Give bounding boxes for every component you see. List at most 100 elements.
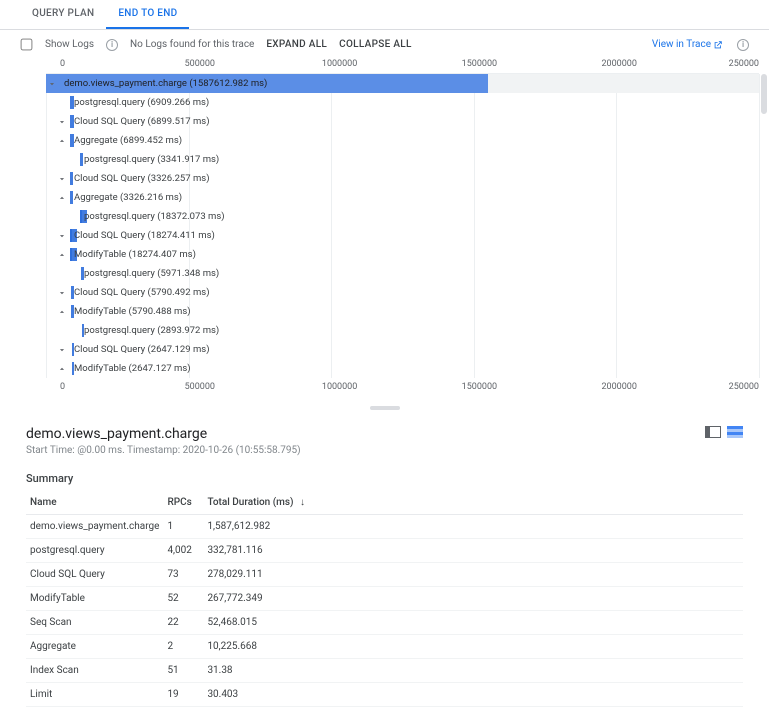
toolbar: Show Logs i No Logs found for this trace…	[0, 30, 769, 59]
external-link-icon	[713, 40, 723, 50]
span-row[interactable]: postgresql.query (6909.266 ms)	[46, 93, 759, 112]
table-row[interactable]: Limit 19 30.403	[26, 683, 743, 707]
span-row[interactable]: postgresql.query (2893.972 ms)	[46, 321, 759, 340]
span-label: Aggregate (6899.452 ms)	[70, 135, 182, 146]
tab-bar: QUERY PLAN END TO END	[0, 0, 769, 30]
cell-total: 30.403	[203, 683, 743, 707]
col-name[interactable]: Name	[26, 491, 163, 515]
span-label: postgresql.query (5971.348 ms)	[80, 268, 219, 279]
span-row[interactable]: ModifyTable (18274.407 ms)	[46, 245, 759, 264]
span-row[interactable]: Aggregate (3326.216 ms)	[46, 188, 759, 207]
span-row[interactable]: postgresql.query (5971.348 ms)	[46, 264, 759, 283]
cell-name: Cloud SQL Query	[26, 563, 163, 587]
show-logs-checkbox[interactable]	[21, 39, 33, 51]
span-label: Aggregate (3326.216 ms)	[70, 192, 182, 203]
span-row[interactable]: Cloud SQL Query (18274.411 ms)	[46, 226, 759, 245]
span-label: postgresql.query (2893.972 ms)	[80, 325, 219, 336]
show-logs-label: Show Logs	[45, 39, 94, 50]
table-view-icon[interactable]	[705, 426, 721, 438]
span-row[interactable]: Cloud SQL Query (3326.257 ms)	[46, 169, 759, 188]
span-row[interactable]: demo.views_payment.charge (1587612.982 m…	[46, 74, 759, 93]
cell-rpcs: 19	[163, 683, 203, 707]
ruler-tick: 500000	[185, 59, 215, 69]
ruler-tick: 1000000	[322, 382, 357, 392]
ruler-tick: 1500000	[462, 59, 497, 69]
cell-rpcs: 51	[163, 659, 203, 683]
ruler-tick: 1000000	[322, 59, 357, 69]
span-label: Cloud SQL Query (2647.129 ms)	[70, 344, 210, 355]
tab-end-to-end[interactable]: END TO END	[106, 0, 189, 29]
resize-handle[interactable]	[370, 406, 400, 410]
cell-name: Aggregate	[26, 635, 163, 659]
ruler-tick: 250000	[729, 59, 759, 69]
chevron-down-icon[interactable]	[56, 344, 68, 356]
cell-name: ModifyTable	[26, 587, 163, 611]
span-row[interactable]: postgresql.query (3341.917 ms)	[46, 150, 759, 169]
span-label: ModifyTable (2647.127 ms)	[70, 363, 191, 374]
collapse-all-button[interactable]: COLLAPSE ALL	[339, 39, 412, 50]
chevron-up-icon[interactable]	[56, 192, 68, 204]
details-subtitle: Start Time: @0.00 ms. Timestamp: 2020-10…	[26, 445, 301, 456]
cell-rpcs: 1	[163, 515, 203, 539]
cell-rpcs: 2	[163, 635, 203, 659]
table-row[interactable]: demo.views_payment.charge 1 1,587,612.98…	[26, 515, 743, 539]
chevron-down-icon[interactable]	[56, 173, 68, 185]
table-row[interactable]: ModifyTable 52 267,772.349	[26, 587, 743, 611]
view-in-trace-label: View in Trace	[652, 39, 711, 50]
ruler-tick: 2000000	[601, 59, 636, 69]
chevron-up-icon[interactable]	[56, 135, 68, 147]
flame-view-icon[interactable]	[727, 426, 743, 438]
ruler-tick: 500000	[185, 382, 215, 392]
span-row[interactable]: Cloud SQL Query (2647.129 ms)	[46, 340, 759, 359]
cell-rpcs: 4,002	[163, 539, 203, 563]
cell-total: 31.38	[203, 659, 743, 683]
span-label: ModifyTable (5790.488 ms)	[70, 306, 191, 317]
span-chart: demo.views_payment.charge (1587612.982 m…	[46, 73, 759, 378]
cell-rpcs: 52	[163, 587, 203, 611]
cell-total: 267,772.349	[203, 587, 743, 611]
table-row[interactable]: Cloud SQL Query 73 278,029.111	[26, 563, 743, 587]
cell-rpcs: 73	[163, 563, 203, 587]
scrollbar[interactable]	[761, 74, 767, 114]
span-label: postgresql.query (3341.917 ms)	[80, 154, 219, 165]
time-ruler-top: 0 500000 1000000 1500000 2000000 250000	[60, 59, 759, 73]
tab-query-plan[interactable]: QUERY PLAN	[20, 0, 106, 29]
col-total[interactable]: Total Duration (ms) ↓	[203, 491, 743, 515]
ruler-tick: 2000000	[601, 382, 636, 392]
span-row[interactable]: ModifyTable (5790.488 ms)	[46, 302, 759, 321]
time-ruler-bottom: 0 500000 1000000 1500000 2000000 250000	[60, 382, 759, 396]
view-in-trace-link[interactable]: View in Trace	[652, 39, 723, 50]
col-rpcs[interactable]: RPCs	[163, 491, 203, 515]
chevron-down-icon[interactable]	[56, 287, 68, 299]
cell-total: 332,781.116	[203, 539, 743, 563]
no-logs-text: No Logs found for this trace	[130, 39, 254, 50]
summary-heading: Summary	[26, 472, 743, 485]
details-panel: demo.views_payment.charge Start Time: @0…	[0, 420, 769, 717]
chevron-up-icon[interactable]	[56, 363, 68, 375]
cell-total: 278,029.111	[203, 563, 743, 587]
chevron-down-icon[interactable]	[56, 116, 68, 128]
span-row[interactable]: ModifyTable (2647.127 ms)	[46, 359, 759, 378]
span-row[interactable]: Aggregate (6899.452 ms)	[46, 131, 759, 150]
table-row[interactable]: postgresql.query 4,002 332,781.116	[26, 539, 743, 563]
span-row[interactable]: Cloud SQL Query (5790.492 ms)	[46, 283, 759, 302]
table-row[interactable]: Seq Scan 22 52,468.015	[26, 611, 743, 635]
chevron-down-icon[interactable]	[56, 230, 68, 242]
span-label: Cloud SQL Query (5790.492 ms)	[70, 287, 210, 298]
cell-name: postgresql.query	[26, 539, 163, 563]
cell-name: demo.views_payment.charge	[26, 515, 163, 539]
span-row[interactable]: postgresql.query (18372.073 ms)	[46, 207, 759, 226]
chevron-up-icon[interactable]	[56, 306, 68, 318]
span-label: Cloud SQL Query (6899.517 ms)	[70, 116, 210, 127]
chevron-up-icon[interactable]	[56, 249, 68, 261]
info-icon: i	[737, 39, 749, 51]
summary-table: Name RPCs Total Duration (ms) ↓ demo.vie…	[26, 491, 743, 707]
span-label: ModifyTable (18274.407 ms)	[70, 249, 196, 260]
table-row[interactable]: Index Scan 51 31.38	[26, 659, 743, 683]
cell-name: Limit	[26, 683, 163, 707]
chevron-down-icon[interactable]	[46, 78, 58, 90]
expand-all-button[interactable]: EXPAND ALL	[266, 39, 327, 50]
table-row[interactable]: Aggregate 2 10,225.668	[26, 635, 743, 659]
summary-section: Summary Name RPCs Total Duration (ms) ↓ …	[26, 472, 743, 707]
span-row[interactable]: Cloud SQL Query (6899.517 ms)	[46, 112, 759, 131]
